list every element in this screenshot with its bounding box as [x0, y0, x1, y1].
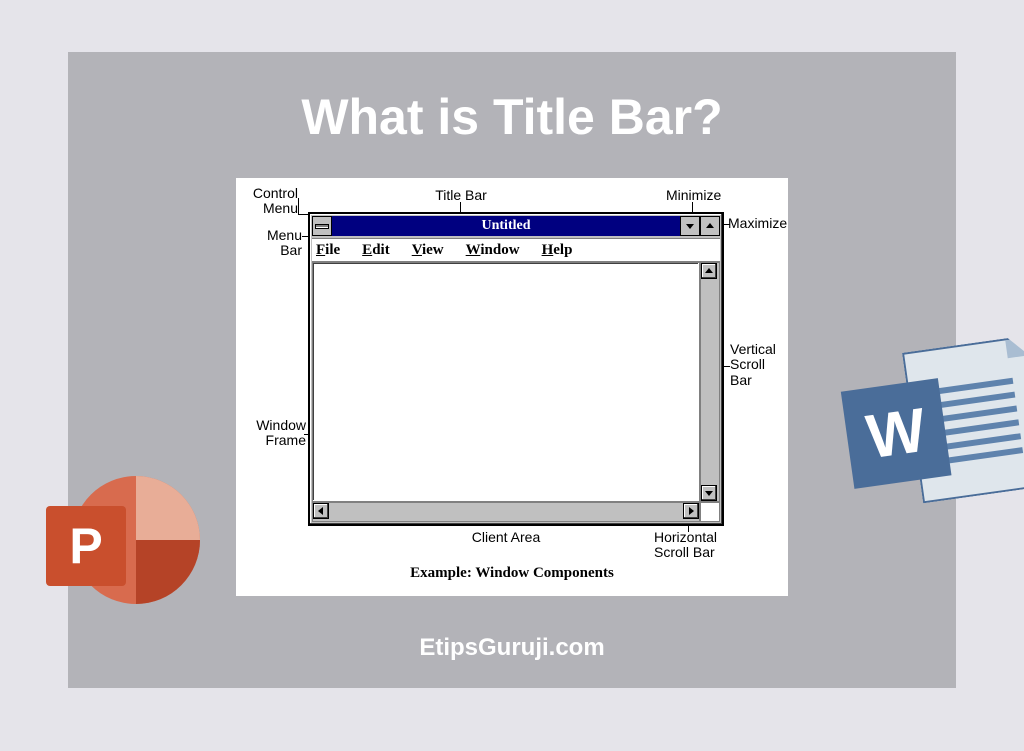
minimize-icon: [685, 221, 695, 231]
label-vertical-scroll: VerticalScrollBar: [730, 342, 776, 388]
word-icon: W: [830, 319, 1024, 525]
scroll-up-button[interactable]: [701, 263, 717, 279]
infographic-card: What is Title Bar? ControlMenu Title Bar…: [68, 52, 956, 688]
powerpoint-letter: P: [46, 506, 126, 586]
sample-window: Untitled File Edit View Window Help: [308, 212, 724, 526]
menu-edit[interactable]: Edit: [362, 242, 390, 259]
page-footer: EtipsGuruji.com: [68, 634, 956, 662]
connector: [298, 198, 299, 214]
menu-window[interactable]: Window: [466, 242, 520, 259]
label-horizontal-scroll: HorizontalScroll Bar: [654, 530, 717, 561]
label-client-area: Client Area: [466, 530, 546, 545]
menu-bar: File Edit View Window Help: [312, 238, 720, 262]
minimize-button[interactable]: [680, 216, 700, 236]
control-menu-button[interactable]: [312, 216, 332, 236]
vertical-scrollbar[interactable]: [700, 262, 720, 502]
diagram-caption: Example: Window Components: [236, 565, 788, 582]
title-bar: Untitled: [312, 216, 720, 236]
label-title-bar: Title Bar: [426, 188, 496, 203]
client-area: [312, 262, 700, 502]
powerpoint-icon: P: [36, 468, 196, 628]
arrow-down-icon: [705, 489, 713, 497]
word-letter: W: [841, 378, 952, 489]
page-headline: What is Title Bar?: [68, 88, 956, 146]
label-window-frame: WindowFrame: [250, 418, 306, 449]
size-box[interactable]: [700, 502, 720, 522]
horizontal-scrollbar[interactable]: [312, 502, 700, 522]
arrow-up-icon: [705, 267, 713, 275]
window-title[interactable]: Untitled: [332, 216, 680, 236]
scroll-down-button[interactable]: [701, 485, 717, 501]
maximize-button[interactable]: [700, 216, 720, 236]
menu-view[interactable]: View: [412, 242, 444, 259]
label-menu-bar: MenuBar: [262, 228, 302, 259]
menu-file[interactable]: File: [316, 242, 340, 259]
scroll-left-button[interactable]: [313, 503, 329, 519]
menu-help[interactable]: Help: [542, 242, 573, 259]
label-maximize: Maximize: [728, 216, 787, 231]
arrow-left-icon: [317, 507, 325, 515]
arrow-right-icon: [687, 507, 695, 515]
label-minimize: Minimize: [666, 188, 721, 203]
scroll-right-button[interactable]: [683, 503, 699, 519]
maximize-icon: [705, 221, 715, 231]
dash-icon: [315, 224, 329, 229]
label-control-menu: ControlMenu: [246, 186, 298, 217]
window-diagram: ControlMenu Title Bar Minimize Maximize …: [236, 178, 788, 596]
